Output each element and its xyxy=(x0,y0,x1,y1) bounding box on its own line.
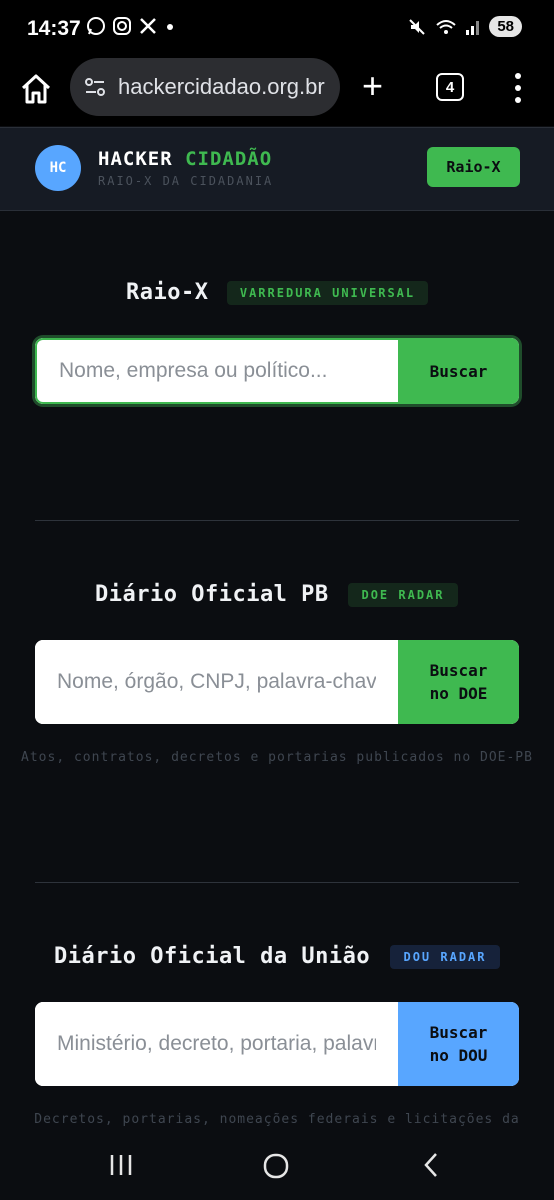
raio-x-nav-button[interactable]: Raio-X xyxy=(427,147,520,187)
x-icon xyxy=(140,18,156,34)
raio-x-search-input[interactable] xyxy=(35,338,398,404)
doe-search-input[interactable] xyxy=(35,640,398,724)
status-time: 14:37 xyxy=(27,17,81,40)
status-bar: 14:37 58 xyxy=(0,0,554,58)
tab-switcher-button[interactable]: 4 xyxy=(436,73,464,101)
raio-x-search-button[interactable]: Buscar xyxy=(398,338,519,404)
doe-search: Buscar no DOE xyxy=(35,640,519,724)
brand-name: HACKER CIDADÃO xyxy=(98,148,272,170)
dou-search: Buscar no DOU xyxy=(35,1002,519,1086)
doe-badge: DOE RADAR xyxy=(348,583,458,607)
doe-search-button[interactable]: Buscar no DOE xyxy=(398,640,519,724)
site-settings-icon[interactable] xyxy=(82,74,108,100)
browser-toolbar: hackercidadao.org.br + 4 xyxy=(0,58,554,126)
system-nav-bar xyxy=(0,1132,554,1200)
brand-tagline: RAIO-X DA CIDADANIA xyxy=(98,174,274,188)
wifi-icon xyxy=(436,19,456,34)
recent-apps-icon[interactable] xyxy=(108,1152,134,1178)
more-menu-icon[interactable] xyxy=(510,70,526,106)
raio-x-search: Buscar xyxy=(35,338,519,404)
section-divider xyxy=(35,520,519,521)
brand-name-part2: CIDADÃO xyxy=(185,148,273,170)
logo-avatar: HC xyxy=(35,145,81,191)
dou-caption: Decretos, portarias, nomeações federais … xyxy=(34,1112,520,1127)
dou-badge: DOU RADAR xyxy=(390,945,500,969)
home-icon[interactable] xyxy=(18,71,54,107)
dou-search-input[interactable] xyxy=(35,1002,398,1086)
dou-title: Diário Oficial da União xyxy=(54,944,371,969)
signal-icon xyxy=(466,20,480,35)
dou-search-button[interactable]: Buscar no DOU xyxy=(398,1002,519,1086)
doe-title: Diário Oficial PB xyxy=(95,582,329,607)
notification-icons xyxy=(86,16,176,36)
mute-icon xyxy=(409,18,426,35)
url-text: hackercidadao.org.br xyxy=(118,74,325,99)
whatsapp-icon xyxy=(87,17,105,35)
address-bar[interactable]: hackercidadao.org.br xyxy=(70,58,340,116)
system-icons: 58 xyxy=(407,16,522,37)
raio-x-title: Raio-X xyxy=(126,280,209,305)
dot-icon xyxy=(167,24,173,30)
instagram-icon xyxy=(113,17,131,35)
battery-level: 58 xyxy=(489,16,522,37)
section-divider xyxy=(35,882,519,883)
raio-x-badge: VARREDURA UNIVERSAL xyxy=(227,281,428,305)
app-header: HC HACKER CIDADÃO RAIO-X DA CIDADANIA Ra… xyxy=(0,127,554,211)
home-circle-icon[interactable] xyxy=(262,1152,290,1180)
back-icon[interactable] xyxy=(420,1152,444,1178)
new-tab-icon[interactable]: + xyxy=(362,68,383,104)
brand-name-part1: HACKER xyxy=(98,148,173,170)
doe-caption: Atos, contratos, decretos e portarias pu… xyxy=(21,750,533,765)
